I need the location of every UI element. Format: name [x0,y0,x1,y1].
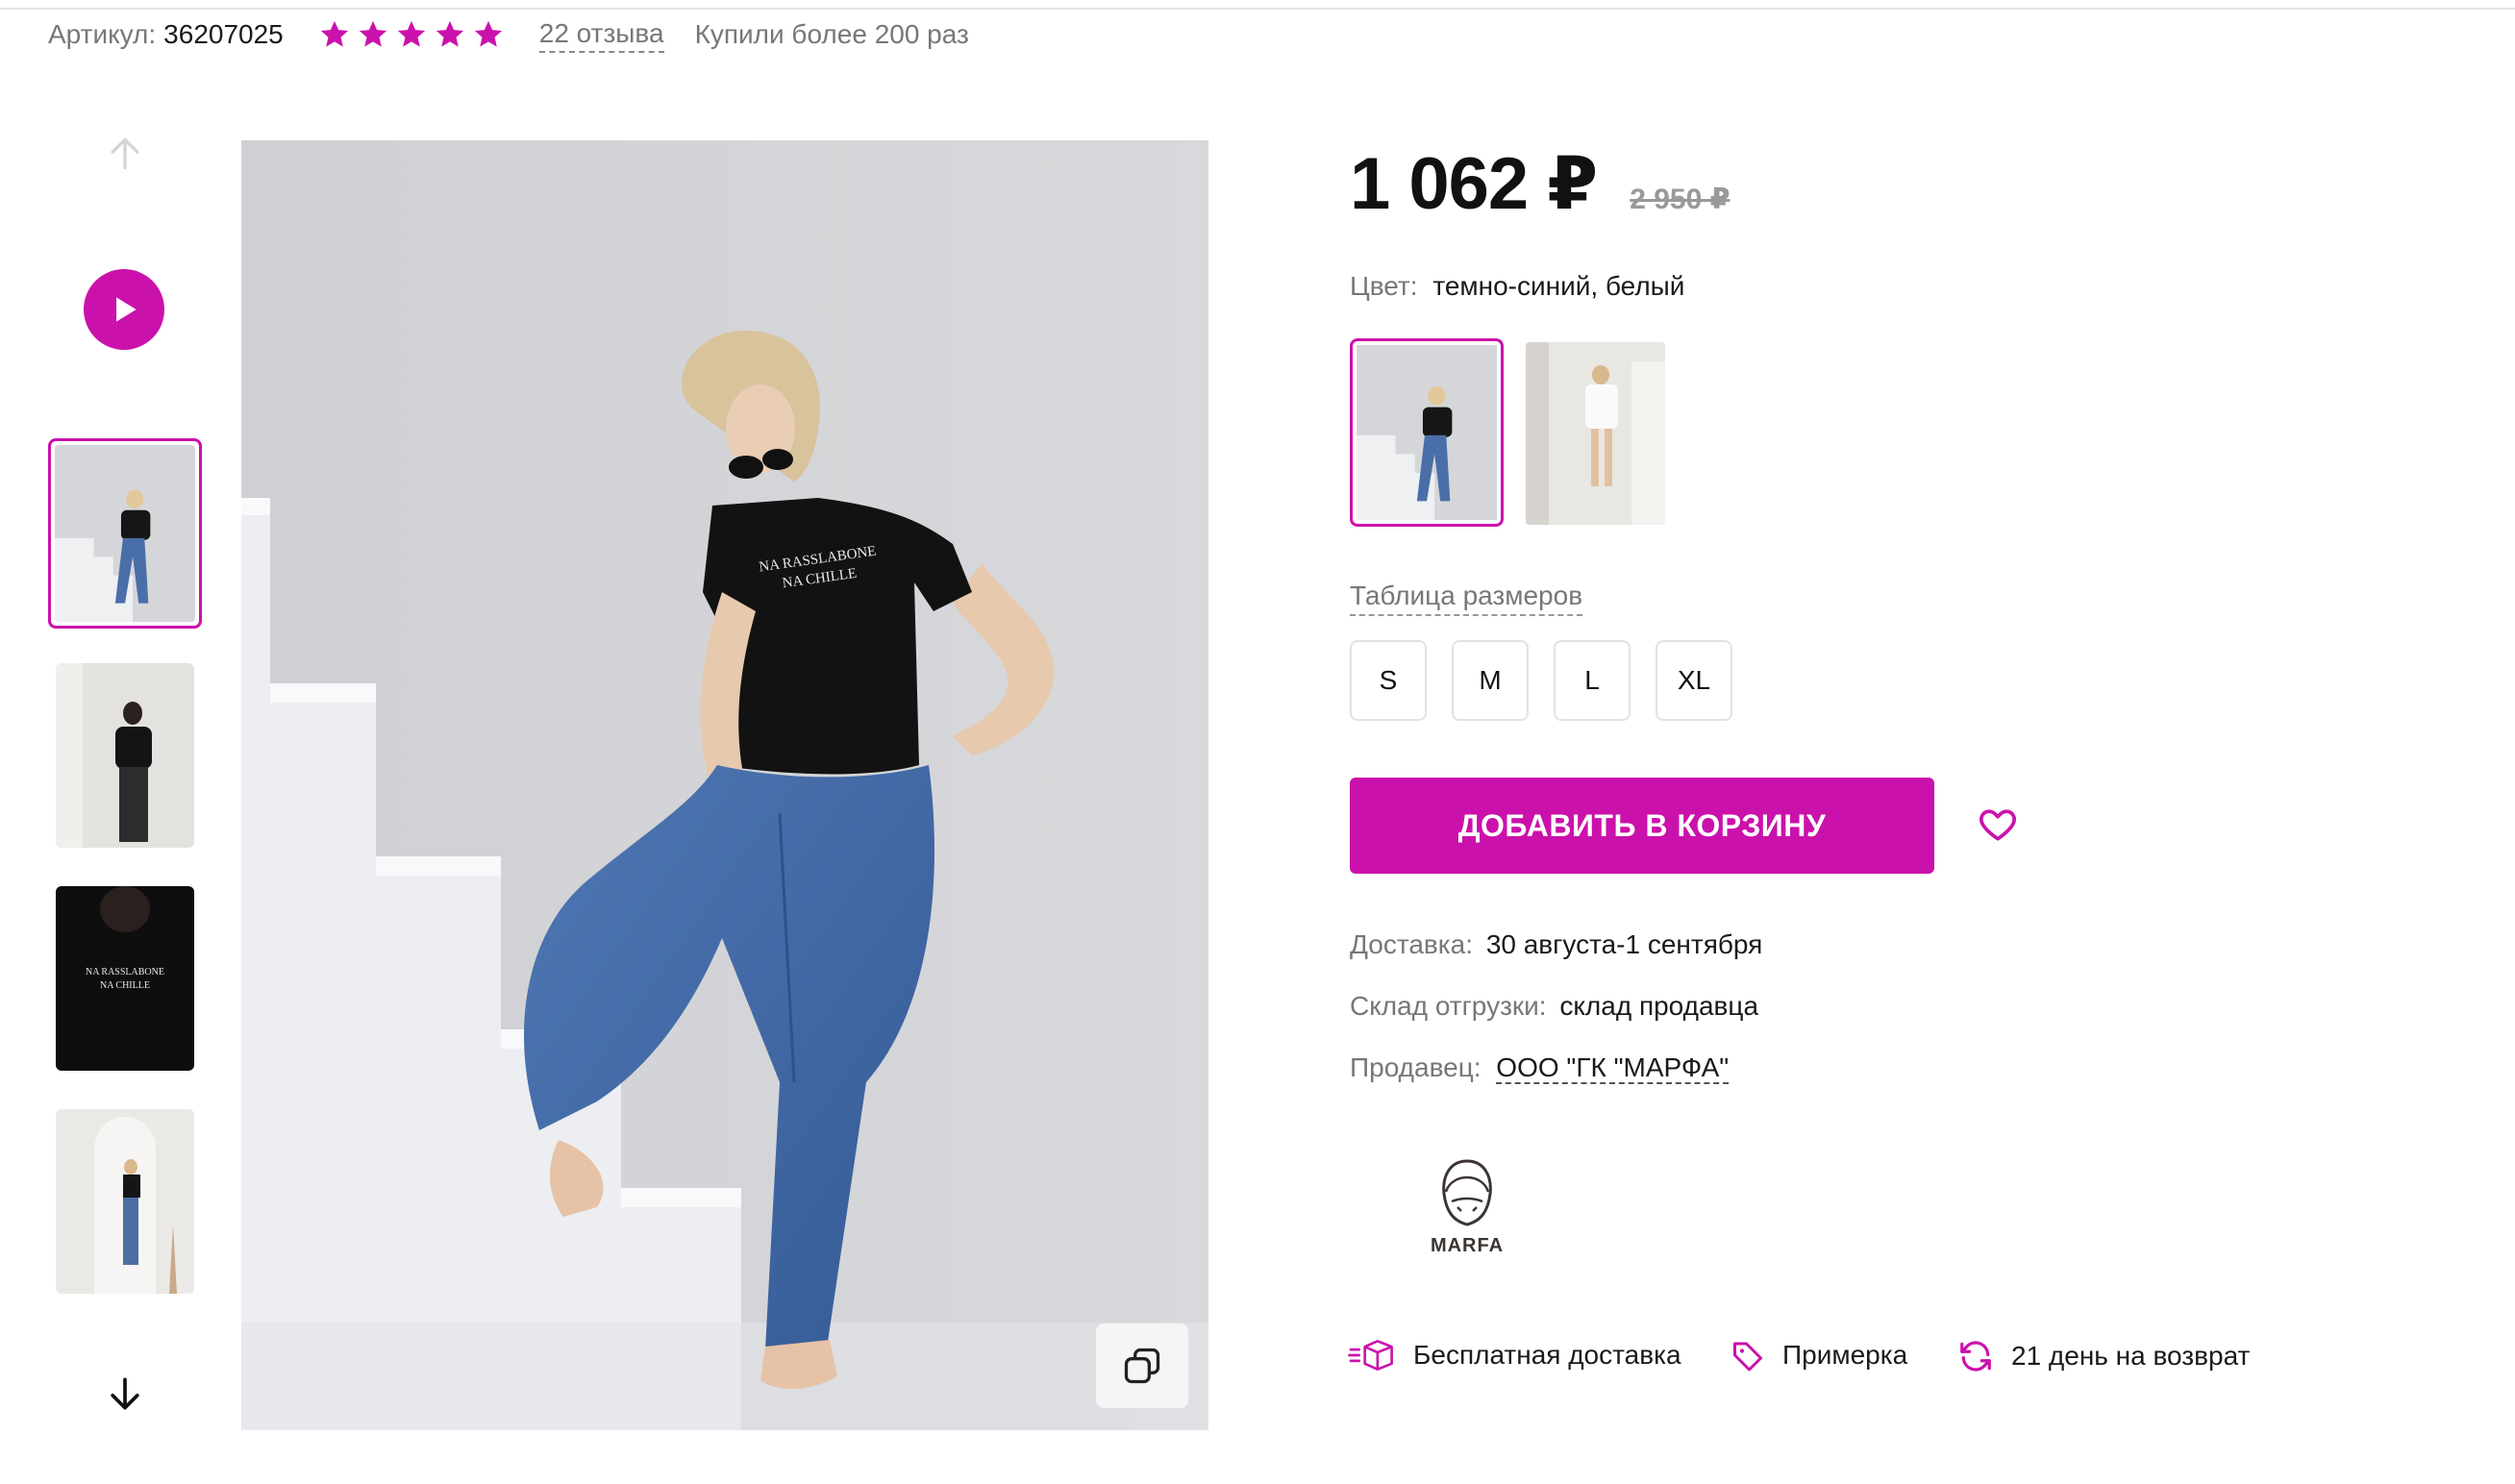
brand-logo-text: MARFA [1431,1235,1504,1256]
current-price: 1 062 ₽ [1350,143,1598,225]
play-icon [116,297,137,322]
zoom-button[interactable] [1096,1323,1188,1408]
tag-icon [1733,1342,1762,1372]
return-label: 21 день на возврат [2011,1341,2251,1371]
free-delivery-feature: Бесплатная доставка [1348,1338,1681,1373]
product-meta-row: Артикул: 36207025 22 отзыва Купили более… [48,13,969,56]
top-divider [0,8,2515,10]
svg-text:NA RASSLABONE: NA RASSLABONE [86,967,164,977]
warehouse-label: Склад отгрузки: [1350,991,1547,1021]
box-icon [1348,1339,1393,1372]
play-video-button[interactable] [84,269,164,350]
delivery-row: Доставка: 30 августа-1 сентября [1350,929,1762,960]
star-icon [474,20,502,47]
warehouse-row: Склад отгрузки: склад продавца [1350,991,1758,1022]
svg-text:NA CHILLE: NA CHILLE [100,980,150,991]
thumbnail-4[interactable] [56,1109,194,1294]
bought-count: Купили более 200 раз [694,19,969,49]
color-swatch-white[interactable] [1526,342,1665,525]
arrow-down-icon[interactable] [104,1373,146,1415]
warehouse-value: склад продавца [1559,991,1759,1021]
star-icon [320,20,348,47]
arrow-up-icon[interactable] [104,133,146,175]
size-selector: S M L XL [1350,640,1732,721]
star-icon [359,20,386,47]
thumbnail-3[interactable]: NA RASSLABONE NA CHILLE [56,886,194,1071]
sku-value: 36207025 [163,19,284,49]
delivery-label: Доставка: [1350,929,1474,959]
size-option[interactable]: L [1554,640,1631,721]
size-option[interactable]: M [1452,640,1529,721]
color-row: Цвет: темно-синий, белый [1350,271,1684,302]
rating-stars[interactable] [318,18,505,51]
color-value: темно-синий, белый [1432,271,1685,301]
size-option[interactable]: XL [1656,640,1732,721]
color-swatch-navy[interactable] [1350,338,1504,527]
zoom-icon [1124,1348,1160,1384]
main-product-image[interactable]: NA RASSLABONE NA CHILLE [241,140,1208,1430]
size-option[interactable]: S [1350,640,1427,721]
sku-label: Артикул: [48,19,157,49]
refresh-icon [1960,1341,1991,1372]
color-label: Цвет: [1350,271,1418,301]
add-to-cart-button[interactable]: ДОБАВИТЬ В КОРЗИНУ [1350,778,1934,874]
thumbnail-1[interactable] [48,438,202,629]
free-delivery-label: Бесплатная доставка [1413,1340,1681,1370]
star-icon [397,20,425,47]
brand-logo[interactable]: MARFA [1413,1153,1521,1269]
delivery-value: 30 августа-1 сентября [1485,929,1763,959]
seller-row: Продавец: ООО "ГК "МАРФА" [1350,1052,1730,1084]
thumbnail-2[interactable] [56,663,194,848]
star-icon [436,20,463,47]
return-feature: 21 день на возврат [1957,1338,2250,1374]
old-price: 2 950 ₽ [1630,184,1731,215]
seller-label: Продавец: [1350,1052,1482,1082]
fitting-label: Примерка [1782,1340,1908,1370]
size-table-link[interactable]: Таблица размеров [1350,578,1583,616]
reviews-link[interactable]: 22 отзыва [538,16,664,53]
price-block: 1 062 ₽ 2 950 ₽ [1350,140,1730,226]
heart-icon[interactable] [1977,804,2019,846]
seller-link[interactable]: ООО "ГК "МАРФА" [1496,1052,1730,1084]
fitting-feature: Примерка [1731,1338,1907,1373]
